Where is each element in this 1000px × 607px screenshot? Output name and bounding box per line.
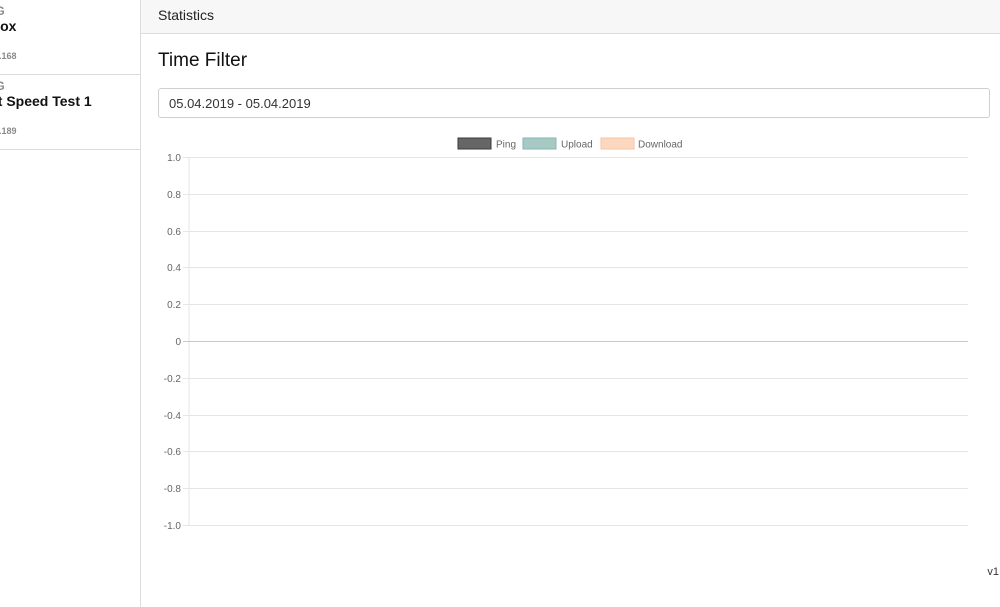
sidebar-item-name: Box xyxy=(0,18,17,34)
legend-swatch xyxy=(600,137,635,150)
sidebar-item-speed-test[interactable]: IG et Speed Test 1 1.189 xyxy=(0,75,140,150)
chart-y-tick-label: 0.4 xyxy=(167,263,181,274)
chart-y-tick-label: 1.0 xyxy=(167,153,181,164)
sidebar: IG Box 1.168 IG et Speed Test 1 1.189 xyxy=(0,0,141,607)
version-label: v1 xyxy=(987,566,999,578)
chart-grid xyxy=(183,157,968,526)
legend-item-ping[interactable]: Ping xyxy=(457,137,516,151)
sidebar-item-kind: IG xyxy=(0,79,5,93)
sidebar-item-name: et Speed Test 1 xyxy=(0,93,92,109)
legend-item-download[interactable]: Download xyxy=(600,137,682,151)
app-window: IG Box 1.168 IG et Speed Test 1 1.189 St… xyxy=(0,0,1000,607)
sidebar-item-ip: 1.189 xyxy=(0,126,17,136)
main-content: Time Filter 1.0 0.8 0.6 0.4 0.2 0 -0.2 -0.4 -0.6… xyxy=(141,34,1000,607)
chart-y-tick-label: 0.6 xyxy=(167,227,181,238)
chart-y-tick-label: 0.8 xyxy=(167,190,181,201)
chart-y-axis: 1.0 0.8 0.6 0.4 0.2 0 -0.2 -0.4 -0.6 -0.8 -1.0 xyxy=(164,153,182,531)
legend-label: Download xyxy=(638,140,682,151)
page-title: Time Filter xyxy=(158,50,248,71)
legend-swatch xyxy=(522,137,557,150)
legend-item-upload[interactable]: Upload xyxy=(522,137,593,151)
sidebar-item-box[interactable]: IG Box 1.168 xyxy=(0,0,140,75)
chart-y-tick-label: -1.0 xyxy=(164,521,182,531)
chart-y-tick-label: -0.4 xyxy=(164,411,182,422)
sidebar-item-ip: 1.168 xyxy=(0,51,17,61)
top-bar: Statistics xyxy=(141,0,1000,34)
legend-label: Ping xyxy=(496,140,516,151)
chart-y-tick-label: 0.2 xyxy=(167,300,181,311)
chart-y-tick-label: -0.8 xyxy=(164,484,182,495)
chart-legend: Ping Upload Download xyxy=(457,137,682,151)
chart-svg: 1.0 0.8 0.6 0.4 0.2 0 -0.2 -0.4 -0.6 -0.8 -1.0 Pin… xyxy=(164,137,968,531)
chart-y-tick-label: -0.2 xyxy=(164,374,182,385)
legend-swatch xyxy=(457,137,492,150)
legend-label: Upload xyxy=(561,140,593,151)
date-range-input[interactable] xyxy=(158,88,990,118)
sidebar-item-kind: IG xyxy=(0,4,5,18)
chart-y-tick-label: -0.6 xyxy=(164,447,182,458)
chart-y-tick-label: 0 xyxy=(175,337,181,348)
statistics-chart: 1.0 0.8 0.6 0.4 0.2 0 -0.2 -0.4 -0.6 -0.8 -1.0 Pin… xyxy=(141,131,1000,531)
tab-statistics[interactable]: Statistics xyxy=(158,7,214,23)
